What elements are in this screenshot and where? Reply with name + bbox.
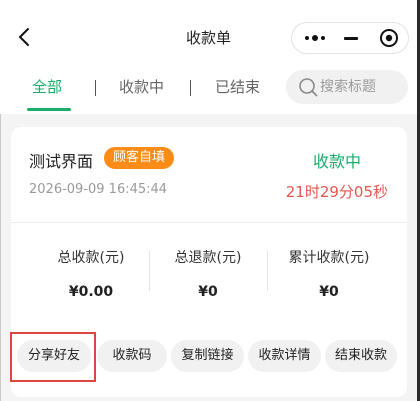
record-countdown: 21时29分05秒 [285,183,388,201]
card-divider [11,222,407,223]
stat-value: ¥0 [319,284,339,300]
tab-separator [190,80,191,96]
search-box[interactable] [286,70,408,104]
mini-program-capsule [291,22,409,54]
search-icon [299,78,318,97]
record-created-time: 2026-09-09 16:45:44 [29,182,168,197]
stat-separator [267,251,268,291]
more-button[interactable] [298,23,332,53]
filter-tabs: 全部 收款中 已结束 [0,62,417,114]
minimize-button[interactable] [334,23,368,53]
record-actions: 分享好友 收款码 复制链接 收款详情 结束收款 [10,332,407,382]
record-status: 收款中 [312,152,361,171]
active-tab-indicator [27,108,71,111]
stat-value: ¥0 [198,284,218,300]
stat-label: 累计收款(元) [288,250,370,266]
tab-all[interactable]: 全部 [32,76,62,97]
record-badge: 顾客自填 [104,147,175,169]
stat-cumulative-received: 累计收款(元) ¥0 [269,247,389,300]
stat-label: 总收款(元) [57,250,125,266]
stat-total-received: 总收款(元) ¥0.00 [31,247,151,300]
payment-code-button[interactable]: 收款码 [97,340,167,372]
tab-collecting[interactable]: 收款中 [119,76,164,97]
payment-record-card[interactable]: 测试界面 顾客自填 收款中 2026-09-09 16:45:44 21时29分… [10,127,407,397]
end-collection-button[interactable]: 结束收款 [325,340,397,372]
target-close-icon [380,29,398,47]
record-title: 测试界面 [29,152,94,171]
payment-details-button[interactable]: 收款详情 [248,340,321,372]
share-friends-button[interactable]: 分享好友 [17,340,91,372]
stat-value: ¥0.00 [68,284,114,300]
search-input[interactable] [320,76,404,98]
stat-label: 总退款(元) [174,250,242,266]
close-button[interactable] [372,23,406,53]
stat-total-refunded: 总退款(元) ¥0 [148,247,268,300]
tab-ended[interactable]: 已结束 [215,76,260,97]
more-dots-icon [305,36,309,40]
tab-separator [95,80,96,96]
copy-link-button[interactable]: 复制链接 [171,340,244,372]
minimize-icon [344,36,358,40]
